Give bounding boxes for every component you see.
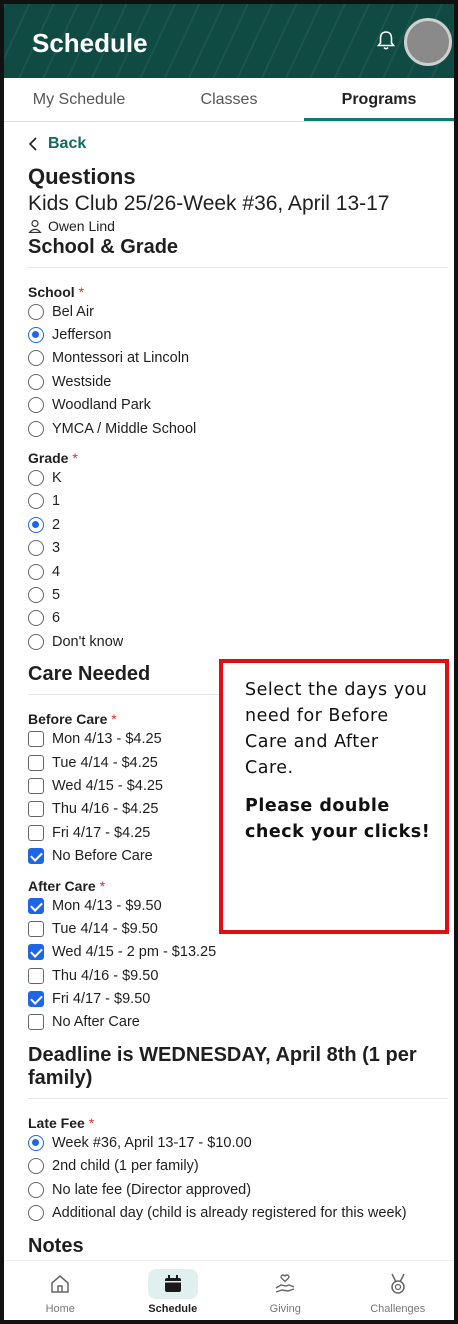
late-fee-question: Late Fee * Week #36, April 13-17 - $10.0… <box>28 1115 448 1225</box>
nav-label: Home <box>45 1303 75 1315</box>
nav-home[interactable]: Home <box>4 1261 117 1320</box>
after-care-option[interactable]: Wed 4/15 - 2 pm - $13.25 <box>28 941 448 964</box>
program-title: Kids Club 25/26-Week #36, April 13-17 <box>28 192 390 215</box>
checkbox[interactable] <box>28 1014 44 1031</box>
grade-option[interactable]: 3 <box>28 537 448 560</box>
checkbox-checked[interactable] <box>28 848 44 865</box>
tab-bar: My Schedule Classes Programs <box>4 78 454 122</box>
bottom-nav: Home Schedule Giving Challenges <box>4 1260 455 1320</box>
radio-button[interactable] <box>28 610 44 627</box>
back-link[interactable]: Back <box>28 130 448 158</box>
radio-button[interactable] <box>28 1158 44 1175</box>
school-option[interactable]: Woodland Park <box>28 394 448 417</box>
grade-label: Grade * <box>28 450 78 467</box>
checkbox[interactable] <box>28 801 44 818</box>
nav-label: Challenges <box>370 1303 426 1315</box>
nav-giving[interactable]: Giving <box>229 1261 342 1320</box>
nav-label: Schedule <box>148 1303 198 1315</box>
grade-option[interactable]: Don't know <box>28 630 448 653</box>
checkbox-checked[interactable] <box>28 944 44 961</box>
school-option[interactable]: Westside <box>28 370 448 393</box>
radio-button[interactable] <box>28 397 44 414</box>
radio-button[interactable] <box>28 1205 44 1222</box>
radio-button-selected[interactable] <box>28 1134 44 1151</box>
nav-label: Giving <box>269 1303 301 1315</box>
divider <box>28 267 448 268</box>
radio-button[interactable] <box>28 470 44 487</box>
checkbox[interactable] <box>28 731 44 748</box>
page-title: Schedule <box>32 28 148 58</box>
checkbox-checked[interactable] <box>28 897 44 914</box>
school-option[interactable]: YMCA / Middle School <box>28 417 448 440</box>
back-label: Back <box>48 135 87 152</box>
person-icon <box>28 219 42 233</box>
section-deadline: Deadline is WEDNESDAY, April 8th (1 per … <box>28 1044 417 1090</box>
school-option[interactable]: Montessori at Lincoln <box>28 347 448 370</box>
section-notes: Notes <box>28 1234 84 1257</box>
radio-button[interactable] <box>28 493 44 510</box>
questions-heading: Questions <box>28 164 136 189</box>
home-icon <box>51 1275 69 1293</box>
grade-option[interactable]: K <box>28 466 448 489</box>
radio-button[interactable] <box>28 586 44 603</box>
late-fee-option[interactable]: Additional day (child is already registe… <box>28 1201 448 1224</box>
calendar-icon <box>164 1275 181 1292</box>
grade-option[interactable]: 5 <box>28 583 448 606</box>
section-school-grade: School & Grade <box>28 236 179 258</box>
late-fee-option[interactable]: 2nd child (1 per family) <box>28 1155 448 1178</box>
checkbox-checked[interactable] <box>28 991 44 1008</box>
grade-question: Grade * K 1 2 3 4 5 6 Don't know <box>28 450 448 653</box>
grade-option[interactable]: 2 <box>28 513 448 536</box>
school-option[interactable]: Bel Air <box>28 300 448 323</box>
late-fee-option[interactable]: Week #36, April 13-17 - $10.00 <box>28 1131 448 1154</box>
radio-button[interactable] <box>28 350 44 367</box>
radio-button[interactable] <box>28 563 44 580</box>
checkbox[interactable] <box>28 967 44 984</box>
radio-button[interactable] <box>28 540 44 557</box>
school-option[interactable]: Jefferson <box>28 323 448 346</box>
avatar[interactable] <box>404 18 452 66</box>
instruction-callout: Select the days you need for Before Care… <box>219 659 449 934</box>
chevron-left-icon <box>28 137 37 151</box>
grade-option[interactable]: 4 <box>28 560 448 583</box>
radio-button-selected[interactable] <box>28 327 44 344</box>
radio-button[interactable] <box>28 373 44 390</box>
person-row: Owen Lind <box>28 218 448 234</box>
late-fee-option[interactable]: No late fee (Director approved) <box>28 1178 448 1201</box>
after-care-option[interactable]: Fri 4/17 - $9.50 <box>28 987 448 1010</box>
tab-classes[interactable]: Classes <box>154 78 304 121</box>
app-header: Schedule <box>4 4 454 78</box>
radio-button[interactable] <box>28 420 44 437</box>
radio-button-selected[interactable] <box>28 516 44 533</box>
divider <box>28 1098 448 1100</box>
checkbox[interactable] <box>28 920 44 937</box>
late-fee-label: Late Fee * <box>28 1115 95 1132</box>
giving-hand-icon <box>275 1274 295 1293</box>
after-care-option[interactable]: Thu 4/16 - $9.50 <box>28 964 448 987</box>
checkbox[interactable] <box>28 777 44 794</box>
grade-option[interactable]: 1 <box>28 490 448 513</box>
callout-bold-text: Please double check your clicks! <box>245 796 431 842</box>
grade-option[interactable]: 6 <box>28 607 448 630</box>
callout-text: Select the days you need for Before Care… <box>245 680 428 778</box>
app-frame: Schedule My Schedule Classes Programs Ba… <box>0 0 458 1324</box>
tab-programs[interactable]: Programs <box>304 78 454 121</box>
checkbox[interactable] <box>28 824 44 841</box>
school-question: School * Bel Air Jefferson Montessori at… <box>28 284 448 440</box>
after-care-option[interactable]: No After Care <box>28 1011 448 1034</box>
person-name: Owen Lind <box>48 218 115 234</box>
tab-my-schedule[interactable]: My Schedule <box>4 78 154 121</box>
radio-button[interactable] <box>28 633 44 650</box>
notification-bell-icon[interactable] <box>376 30 396 52</box>
school-label: School * <box>28 284 85 300</box>
checkbox[interactable] <box>28 754 44 771</box>
nav-challenges[interactable]: Challenges <box>342 1261 455 1320</box>
radio-button[interactable] <box>28 1181 44 1198</box>
medal-icon <box>391 1273 405 1294</box>
radio-button[interactable] <box>28 303 44 320</box>
nav-schedule[interactable]: Schedule <box>117 1261 230 1320</box>
